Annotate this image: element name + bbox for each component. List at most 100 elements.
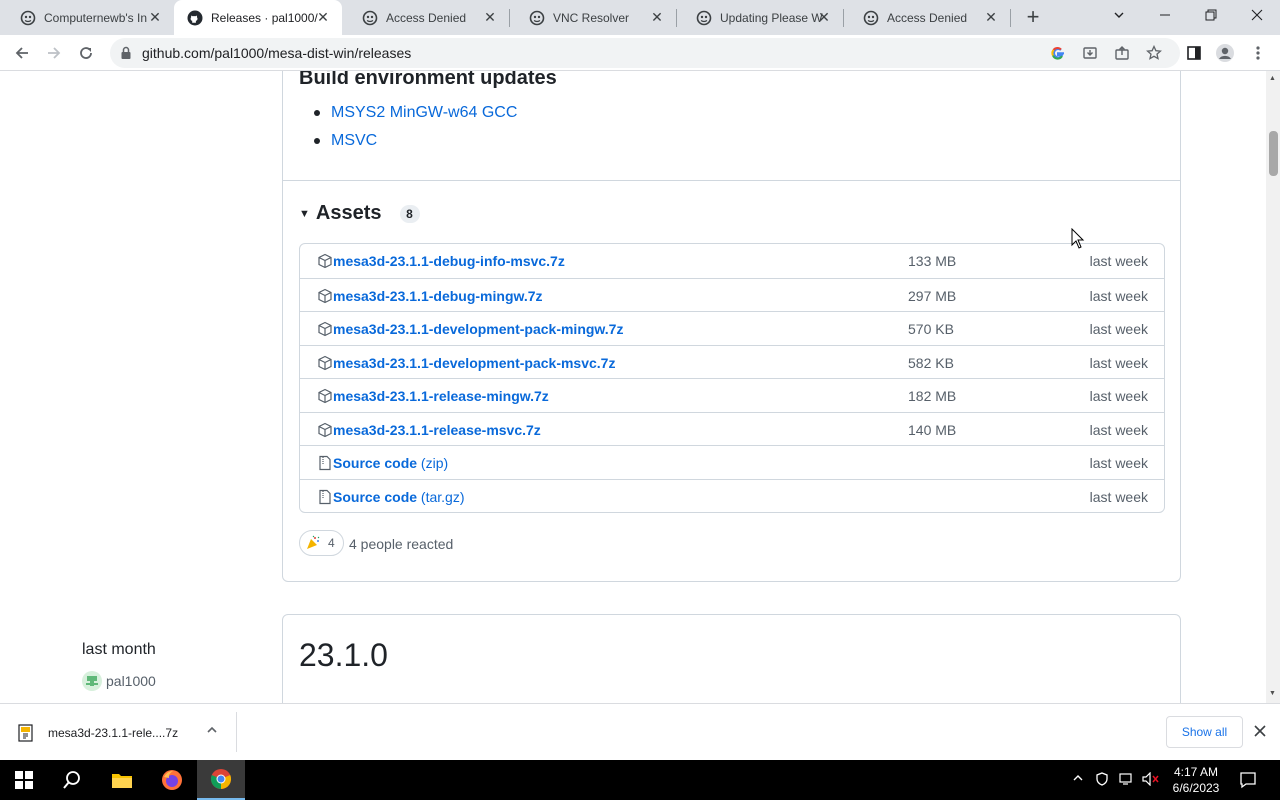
start-button[interactable] <box>0 760 48 800</box>
reaction-button[interactable]: 4 <box>299 530 344 556</box>
chrome-button[interactable] <box>197 760 245 800</box>
tab-vnc-resolver[interactable]: VNC Resolver ✕ <box>509 0 676 35</box>
list-item-link[interactable]: MSYS2 MinGW-w64 GCC <box>313 103 517 131</box>
profile-button[interactable] <box>1211 39 1239 67</box>
package-icon <box>317 321 333 337</box>
close-tab-icon[interactable]: ✕ <box>483 10 497 24</box>
release-card: Build environment updates MSYS2 MinGW-w6… <box>282 71 1181 582</box>
clock-time: 4:17 AM <box>1173 765 1219 779</box>
volume-muted-icon[interactable] <box>1142 771 1160 789</box>
archive-file-icon <box>18 724 34 742</box>
restore-icon <box>1205 9 1217 21</box>
asset-link[interactable]: mesa3d-23.1.1-release-msvc.7z <box>333 422 541 438</box>
reload-button[interactable] <box>72 39 100 67</box>
asset-row: mesa3d-23.1.1-development-pack-mingw.7z … <box>300 311 1164 345</box>
lock-icon[interactable] <box>120 46 132 65</box>
package-icon <box>317 422 333 438</box>
menu-button[interactable] <box>1244 39 1272 67</box>
package-icon <box>317 355 333 371</box>
forward-button[interactable] <box>40 39 68 67</box>
close-window-button[interactable] <box>1234 0 1280 32</box>
asset-link[interactable]: mesa3d-23.1.1-debug-mingw.7z <box>333 288 543 304</box>
asset-size: 582 KB <box>908 354 954 371</box>
bookmark-star-icon[interactable] <box>1144 43 1164 63</box>
reacted-text: 4 people reacted <box>349 536 454 552</box>
network-icon[interactable] <box>1118 772 1134 789</box>
reaction-count: 4 <box>328 536 335 550</box>
asset-size: 297 MB <box>908 287 957 304</box>
asset-row: Source code (tar.gz) last week <box>300 478 1164 513</box>
asset-link[interactable]: Source code (zip) <box>333 455 448 471</box>
show-hidden-icons[interactable] <box>1072 772 1084 787</box>
download-item[interactable]: mesa3d-23.1.1-rele....7z <box>18 724 178 742</box>
close-tab-icon[interactable]: ✕ <box>817 10 831 24</box>
chrome-icon <box>210 769 232 790</box>
new-tab-button[interactable]: + <box>1021 5 1045 29</box>
tab-strip: Computernewb's In ✕ Releases · pal1000/ … <box>0 0 1280 35</box>
close-tab-icon[interactable]: ✕ <box>984 10 998 24</box>
windows-taskbar: 4:17 AM 6/6/2023 <box>0 760 1280 800</box>
assets-toggle[interactable]: ▼ Assets 8 <box>299 202 420 225</box>
close-tab-icon[interactable]: ✕ <box>148 10 162 24</box>
url-text[interactable]: github.com/pal1000/mesa-dist-win/release… <box>142 45 411 61</box>
folder-icon <box>112 774 132 788</box>
package-icon <box>317 388 333 404</box>
asset-size: 140 MB <box>908 421 957 438</box>
asset-size: 182 MB <box>908 388 957 404</box>
caret-down-icon: ▼ <box>299 207 310 220</box>
scrollbar-thumb[interactable] <box>1269 131 1278 176</box>
back-button[interactable] <box>8 39 36 67</box>
firefox-button[interactable] <box>148 760 196 800</box>
install-app-icon[interactable] <box>1080 43 1100 63</box>
assets-title: Assets <box>315 202 382 224</box>
address-bar[interactable]: github.com/pal1000/mesa-dist-win/release… <box>110 38 1180 68</box>
show-all-button[interactable]: Show all <box>1166 716 1243 748</box>
tab-access-denied[interactable]: Access Denied ✕ <box>342 0 509 35</box>
asset-date: last week <box>1089 455 1148 471</box>
computernewb-icon <box>20 10 36 26</box>
close-icon[interactable] <box>1254 724 1266 740</box>
google-translate-icon[interactable] <box>1048 43 1068 63</box>
tab-releases[interactable]: Releases · pal1000/ ✕ <box>174 0 342 35</box>
chevron-up-icon[interactable] <box>206 724 218 739</box>
tab-updating[interactable]: Updating Please W ✕ <box>676 0 843 35</box>
side-panel-icon <box>1187 46 1201 60</box>
asset-date: last week <box>1089 321 1148 337</box>
asset-link[interactable]: mesa3d-23.1.1-development-pack-mingw.7z <box>333 321 623 337</box>
release-time: last month <box>82 641 156 658</box>
page-viewport: Build environment updates MSYS2 MinGW-w6… <box>0 71 1266 703</box>
close-tab-icon[interactable]: ✕ <box>316 10 330 24</box>
chevron-down-icon <box>1114 12 1124 18</box>
asset-link[interactable]: Source code (tar.gz) <box>333 489 465 505</box>
file-explorer-button[interactable] <box>98 760 146 800</box>
asset-link[interactable]: mesa3d-23.1.1-release-mingw.7z <box>333 388 549 404</box>
tab-computernewb[interactable]: Computernewb's In ✕ <box>0 0 174 35</box>
scroll-down-icon[interactable]: ▼ <box>1269 690 1276 697</box>
restore-button[interactable] <box>1188 0 1234 32</box>
asset-link[interactable]: mesa3d-23.1.1-debug-info-msvc.7z <box>333 253 565 269</box>
close-tab-icon[interactable]: ✕ <box>650 10 664 24</box>
page-scrollbar[interactable]: ▲ ▼ <box>1266 71 1280 703</box>
asset-link[interactable]: mesa3d-23.1.1-development-pack-msvc.7z <box>333 355 615 371</box>
asset-date: last week <box>1089 388 1148 404</box>
defender-shield-icon[interactable] <box>1095 772 1109 789</box>
taskbar-clock[interactable]: 4:17 AM 6/6/2023 <box>1166 764 1226 796</box>
share-icon[interactable] <box>1112 43 1132 63</box>
clock-date: 6/6/2023 <box>1172 781 1220 795</box>
release-author[interactable]: pal1000 <box>82 671 156 691</box>
release-title[interactable]: 23.1.0 <box>299 637 388 674</box>
list-item-link[interactable]: MSVC <box>313 131 517 159</box>
browser-toolbar: github.com/pal1000/mesa-dist-win/release… <box>0 35 1280 71</box>
minimize-button[interactable] <box>1142 0 1188 32</box>
notification-center-icon[interactable] <box>1239 771 1257 792</box>
assets-count-badge: 8 <box>399 204 420 223</box>
computernewb-icon <box>362 10 378 26</box>
reload-icon <box>80 47 92 59</box>
back-arrow-icon <box>15 47 28 59</box>
tab-search-button[interactable] <box>1096 0 1142 32</box>
search-button[interactable] <box>48 760 96 800</box>
scroll-up-icon[interactable]: ▲ <box>1269 75 1276 82</box>
section-heading: Build environment updates <box>299 71 557 89</box>
tab-access-denied-2[interactable]: Access Denied ✕ <box>843 0 1010 35</box>
side-panel-button[interactable] <box>1180 39 1208 67</box>
